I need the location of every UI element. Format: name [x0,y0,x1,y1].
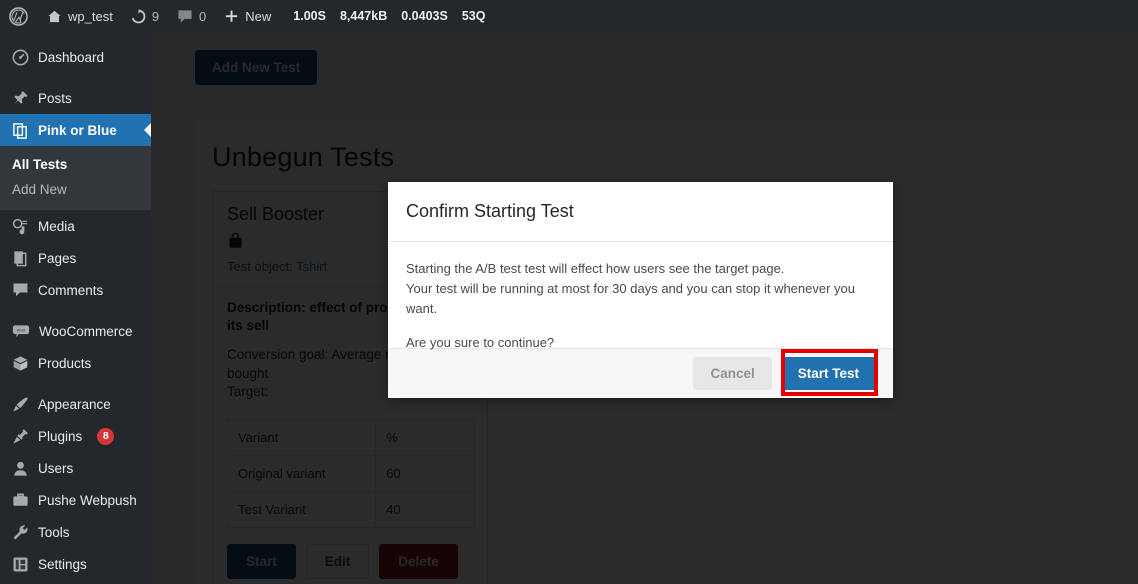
modal-line-2: Your test will be running at most for 30… [406,281,856,317]
sidebar-item-users[interactable]: Users [0,452,151,484]
plus-icon [224,9,239,24]
pages-icon [12,250,29,267]
metric-queries: 53Q [461,9,486,23]
sidebar-item-label: Pushe Webpush [38,492,137,508]
sidebar-subitem-add-new[interactable]: Add New [0,177,151,202]
home-icon [47,9,62,24]
sidebar-item-label: Users [38,460,74,476]
admin-bar: wp_test 9 0 New 1.00S 8,447kB 0.0403S 53… [0,0,1138,32]
site-name-button[interactable]: wp_test [38,0,122,32]
modal-body: Starting the A/B test test will effect h… [388,242,893,350]
briefcase-icon [12,492,29,508]
sidebar-item-label: Pink or Blue [38,122,117,138]
user-icon [12,460,29,477]
sidebar-item-label: Pages [38,250,77,266]
products-box-icon [12,355,29,372]
sidebar-item-label: Appearance [38,396,111,412]
sidebar-item-posts[interactable]: Posts [0,82,151,114]
metric-db-time: 0.0403S [401,9,448,23]
pin-icon [12,90,29,107]
sidebar-item-pages[interactable]: Pages [0,242,151,274]
sidebar-item-label: WooCommerce [39,323,133,339]
start-test-confirm-button[interactable]: Start Test [780,356,876,390]
media-icon [12,218,29,235]
new-content-label: New [245,8,272,24]
paintbrush-icon [12,396,29,413]
sidebar-submenu-pink-or-blue: All Tests Add New [0,146,151,210]
sidebar-item-label: Plugins [38,428,83,444]
sidebar-item-label: Media [38,218,75,234]
copy-pages-icon [12,122,29,139]
metric-page-time: 1.00S [293,9,326,23]
modal-line-1: Starting the A/B test test will effect h… [406,261,785,276]
comments-count: 0 [199,8,207,24]
modal-header: Confirm Starting Test [388,182,893,242]
sidebar-item-label: Dashboard [38,49,105,65]
site-name-label: wp_test [68,8,113,24]
sidebar-item-media[interactable]: Media [0,210,151,242]
confirm-start-test-modal: Confirm Starting Test Starting the A/B t… [388,182,893,398]
wordpress-logo-icon [9,6,28,26]
sidebar-subitem-all-tests[interactable]: All Tests [0,152,151,177]
updates-count: 9 [151,8,160,24]
sidebar-item-comments[interactable]: Comments [0,274,151,306]
sidebar-item-pushe-webpush[interactable]: Pushe Webpush [0,484,151,516]
sidebar-item-pink-or-blue[interactable]: Pink or Blue [0,114,152,146]
sidebar-item-label: Products [38,355,92,371]
updates-icon [131,8,146,24]
updates-button[interactable]: 9 [122,0,168,32]
sidebar-item-dashboard[interactable]: Dashboard [0,41,151,73]
comment-bubble-icon [12,282,29,298]
modal-title: Confirm Starting Test [406,201,574,221]
modal-footer: Cancel Start Test [388,349,893,397]
wrench-icon [12,524,29,541]
cancel-button[interactable]: Cancel [693,356,772,390]
comments-button[interactable]: 0 [168,0,215,32]
sidebar-item-woocommerce[interactable]: woo WooCommerce [0,315,151,347]
admin-sidebar: Dashboard Posts Pink or Blue All Tests A… [0,32,152,584]
wordpress-logo-button[interactable] [0,0,38,32]
comment-bubble-icon [177,9,193,24]
plug-icon [12,428,29,445]
sidebar-item-appearance[interactable]: Appearance [0,388,151,420]
metric-memory: 8,447kB [339,9,388,23]
sidebar-item-products[interactable]: Products [0,347,151,379]
woocommerce-icon: woo [12,324,30,338]
new-content-button[interactable]: New [215,0,280,32]
sidebar-item-label: Comments [38,282,104,298]
sidebar-item-tools[interactable]: Tools [0,516,151,548]
sidebar-item-settings[interactable]: Settings [0,548,151,580]
settings-sliders-icon [12,556,29,573]
sidebar-item-label: Tools [38,524,70,540]
sidebar-item-label: Posts [38,90,72,106]
query-monitor-metrics[interactable]: 1.00S 8,447kB 0.0403S 53Q [286,9,492,23]
dashboard-icon [12,49,29,66]
plugins-update-badge: 8 [97,427,115,445]
svg-text:woo: woo [17,328,26,333]
sidebar-item-plugins[interactable]: Plugins 8 [0,420,151,452]
sidebar-item-label: Settings [38,556,87,572]
screen: wp_test 9 0 New 1.00S 8,447kB 0.0403S 53… [0,0,1138,584]
